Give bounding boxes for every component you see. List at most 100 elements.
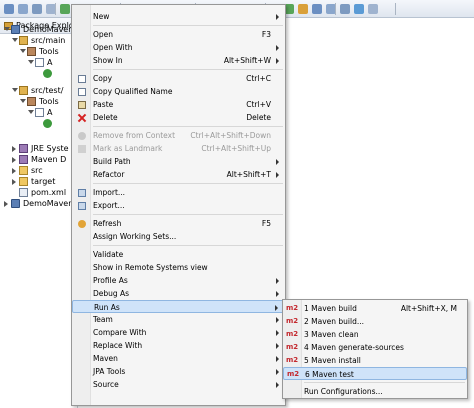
menu-item-paste[interactable]: Paste Ctrl+V [72,98,285,111]
menu-item-open-with[interactable]: Open With [72,41,285,54]
remove-context-icon [78,132,86,140]
delete-icon [78,114,86,122]
submenu-item-2-maven-build[interactable]: m2 2 Maven build... [283,315,467,328]
menu-item-maven[interactable]: Maven [72,352,285,365]
menu-item-debug-as[interactable]: Debug As [72,287,285,300]
menu-item-label: Mark as Landmark [93,144,163,153]
tree-item[interactable]: Tools [0,46,78,57]
maven-m2-icon: m2 [286,330,299,338]
xml-file-icon [19,188,28,197]
submenu-item-3-maven-clean[interactable]: m2 3 Maven clean [283,328,467,341]
menu-item-copy-qualified-name[interactable]: Copy Qualified Name [72,85,285,98]
tree-item[interactable]: Tools [0,96,78,107]
toolbar-button-icon[interactable] [60,4,70,14]
toolbar-separator [335,3,336,15]
menu-item-show-in-remote-systems-view[interactable]: Show in Remote Systems view [72,261,285,274]
expanded-arrow-icon[interactable] [12,88,18,92]
menu-item-refresh[interactable]: Refresh F5 [72,217,285,230]
tree-item[interactable]: Maven D [0,154,78,165]
project-icon [11,25,20,34]
menu-item-refactor[interactable]: Refactor Alt+Shift+T [72,168,285,181]
submenu-arrow-icon [276,14,279,20]
expanded-arrow-icon[interactable] [28,60,34,64]
tree-item-label: target [31,177,56,186]
tree-item[interactable]: A [0,107,78,118]
menu-item-build-path[interactable]: Build Path [72,155,285,168]
tree-item-label: src/main [31,36,66,45]
tree-item[interactable]: pom.xml [0,187,78,198]
menu-item-open[interactable]: Open F3 [72,28,285,41]
menu-item-jpa-tools[interactable]: JPA Tools [72,365,285,378]
menu-item-replace-with[interactable]: Replace With [72,339,285,352]
tree-item[interactable] [0,68,78,79]
submenu-arrow-icon [276,330,279,336]
expanded-arrow-icon[interactable] [4,27,10,31]
tree-item[interactable] [0,118,78,129]
tree-item[interactable]: A [0,57,78,68]
menu-item-compare-with[interactable]: Compare With [72,326,285,339]
expanded-arrow-icon[interactable] [20,49,26,53]
collapsed-arrow-icon[interactable] [12,157,16,163]
menu-separator [93,25,283,26]
tree-item[interactable]: target [0,176,78,187]
expanded-arrow-icon[interactable] [28,110,34,114]
tree-item[interactable]: src [0,165,78,176]
menu-item-team[interactable]: Team [72,313,285,326]
submenu-item-5-maven-install[interactable]: m2 5 Maven install [283,354,467,367]
toolbar-button-icon[interactable] [354,4,364,14]
submenu-item-4-maven-generate-sources[interactable]: m2 4 Maven generate-sources [283,341,467,354]
toolbar-button-icon[interactable] [32,4,42,14]
tree-item[interactable]: DemoMaven [0,24,78,35]
toolbar-button-icon[interactable] [18,4,28,14]
submenu-item-1-maven-build[interactable]: m2 1 Maven build Alt+Shift+X, M [283,302,467,315]
submenu-arrow-icon [276,317,279,323]
menu-item-source[interactable]: Source [72,378,285,391]
toolbar-button-icon[interactable] [4,4,14,14]
export-icon [78,202,86,210]
toolbar-button-icon[interactable] [298,4,308,14]
menu-item-copy[interactable]: Copy Ctrl+C [72,72,285,85]
menu-item-show-in[interactable]: Show In Alt+Shift+W [72,54,285,67]
menu-item-delete[interactable]: Delete Delete [72,111,285,124]
menu-item-new[interactable]: New [72,10,285,23]
menu-item-label: Show In [93,56,123,65]
tree-item[interactable]: src/test/ [0,85,78,96]
package-icon [27,97,36,106]
toolbar-separator [395,3,396,15]
class-icon [43,119,52,128]
tree-item[interactable]: DemoMaven [0,198,78,209]
tree-item[interactable]: src/main [0,35,78,46]
toolbar-button-icon[interactable] [368,4,378,14]
submenu-item-shortcut: Alt+Shift+X, M [400,304,457,313]
menu-item-label: Copy Qualified Name [93,87,173,96]
submenu-item-6-maven-test[interactable]: m2 6 Maven test [283,367,467,380]
collapsed-arrow-icon[interactable] [12,146,16,152]
paste-icon [78,101,86,109]
submenu-item-label: 2 Maven build... [304,317,365,326]
toolbar-button-icon[interactable] [312,4,322,14]
menu-item-validate[interactable]: Validate [72,248,285,261]
menu-item-profile-as[interactable]: Profile As [72,274,285,287]
collapsed-arrow-icon[interactable] [12,179,16,185]
menu-item-assign-working-sets[interactable]: Assign Working Sets... [72,230,285,243]
expanded-arrow-icon[interactable] [12,38,18,42]
collapsed-arrow-icon[interactable] [4,201,8,207]
submenu-item-label: Run Configurations... [304,387,383,396]
submenu-item-run-configurations[interactable]: Run Configurations... [283,385,467,398]
submenu-arrow-icon [276,159,279,165]
menu-item-run-as[interactable]: Run As [72,300,285,313]
folder-icon [19,177,28,186]
submenu-arrow-icon [276,382,279,388]
menu-item-import[interactable]: Import... [72,186,285,199]
maven-m2-icon: m2 [286,304,299,312]
menu-item-shortcut: Ctrl+C [246,74,271,83]
tree-item[interactable]: JRE Syste [0,143,78,154]
menu-item-export[interactable]: Export... [72,199,285,212]
menu-item-label: Refactor [93,170,125,179]
expanded-arrow-icon[interactable] [20,99,26,103]
collapsed-arrow-icon[interactable] [12,168,16,174]
submenu-arrow-icon [276,278,279,284]
menu-item-shortcut: F5 [261,219,271,228]
tree-item-label: pom.xml [31,188,67,197]
toolbar-button-icon[interactable] [340,4,350,14]
